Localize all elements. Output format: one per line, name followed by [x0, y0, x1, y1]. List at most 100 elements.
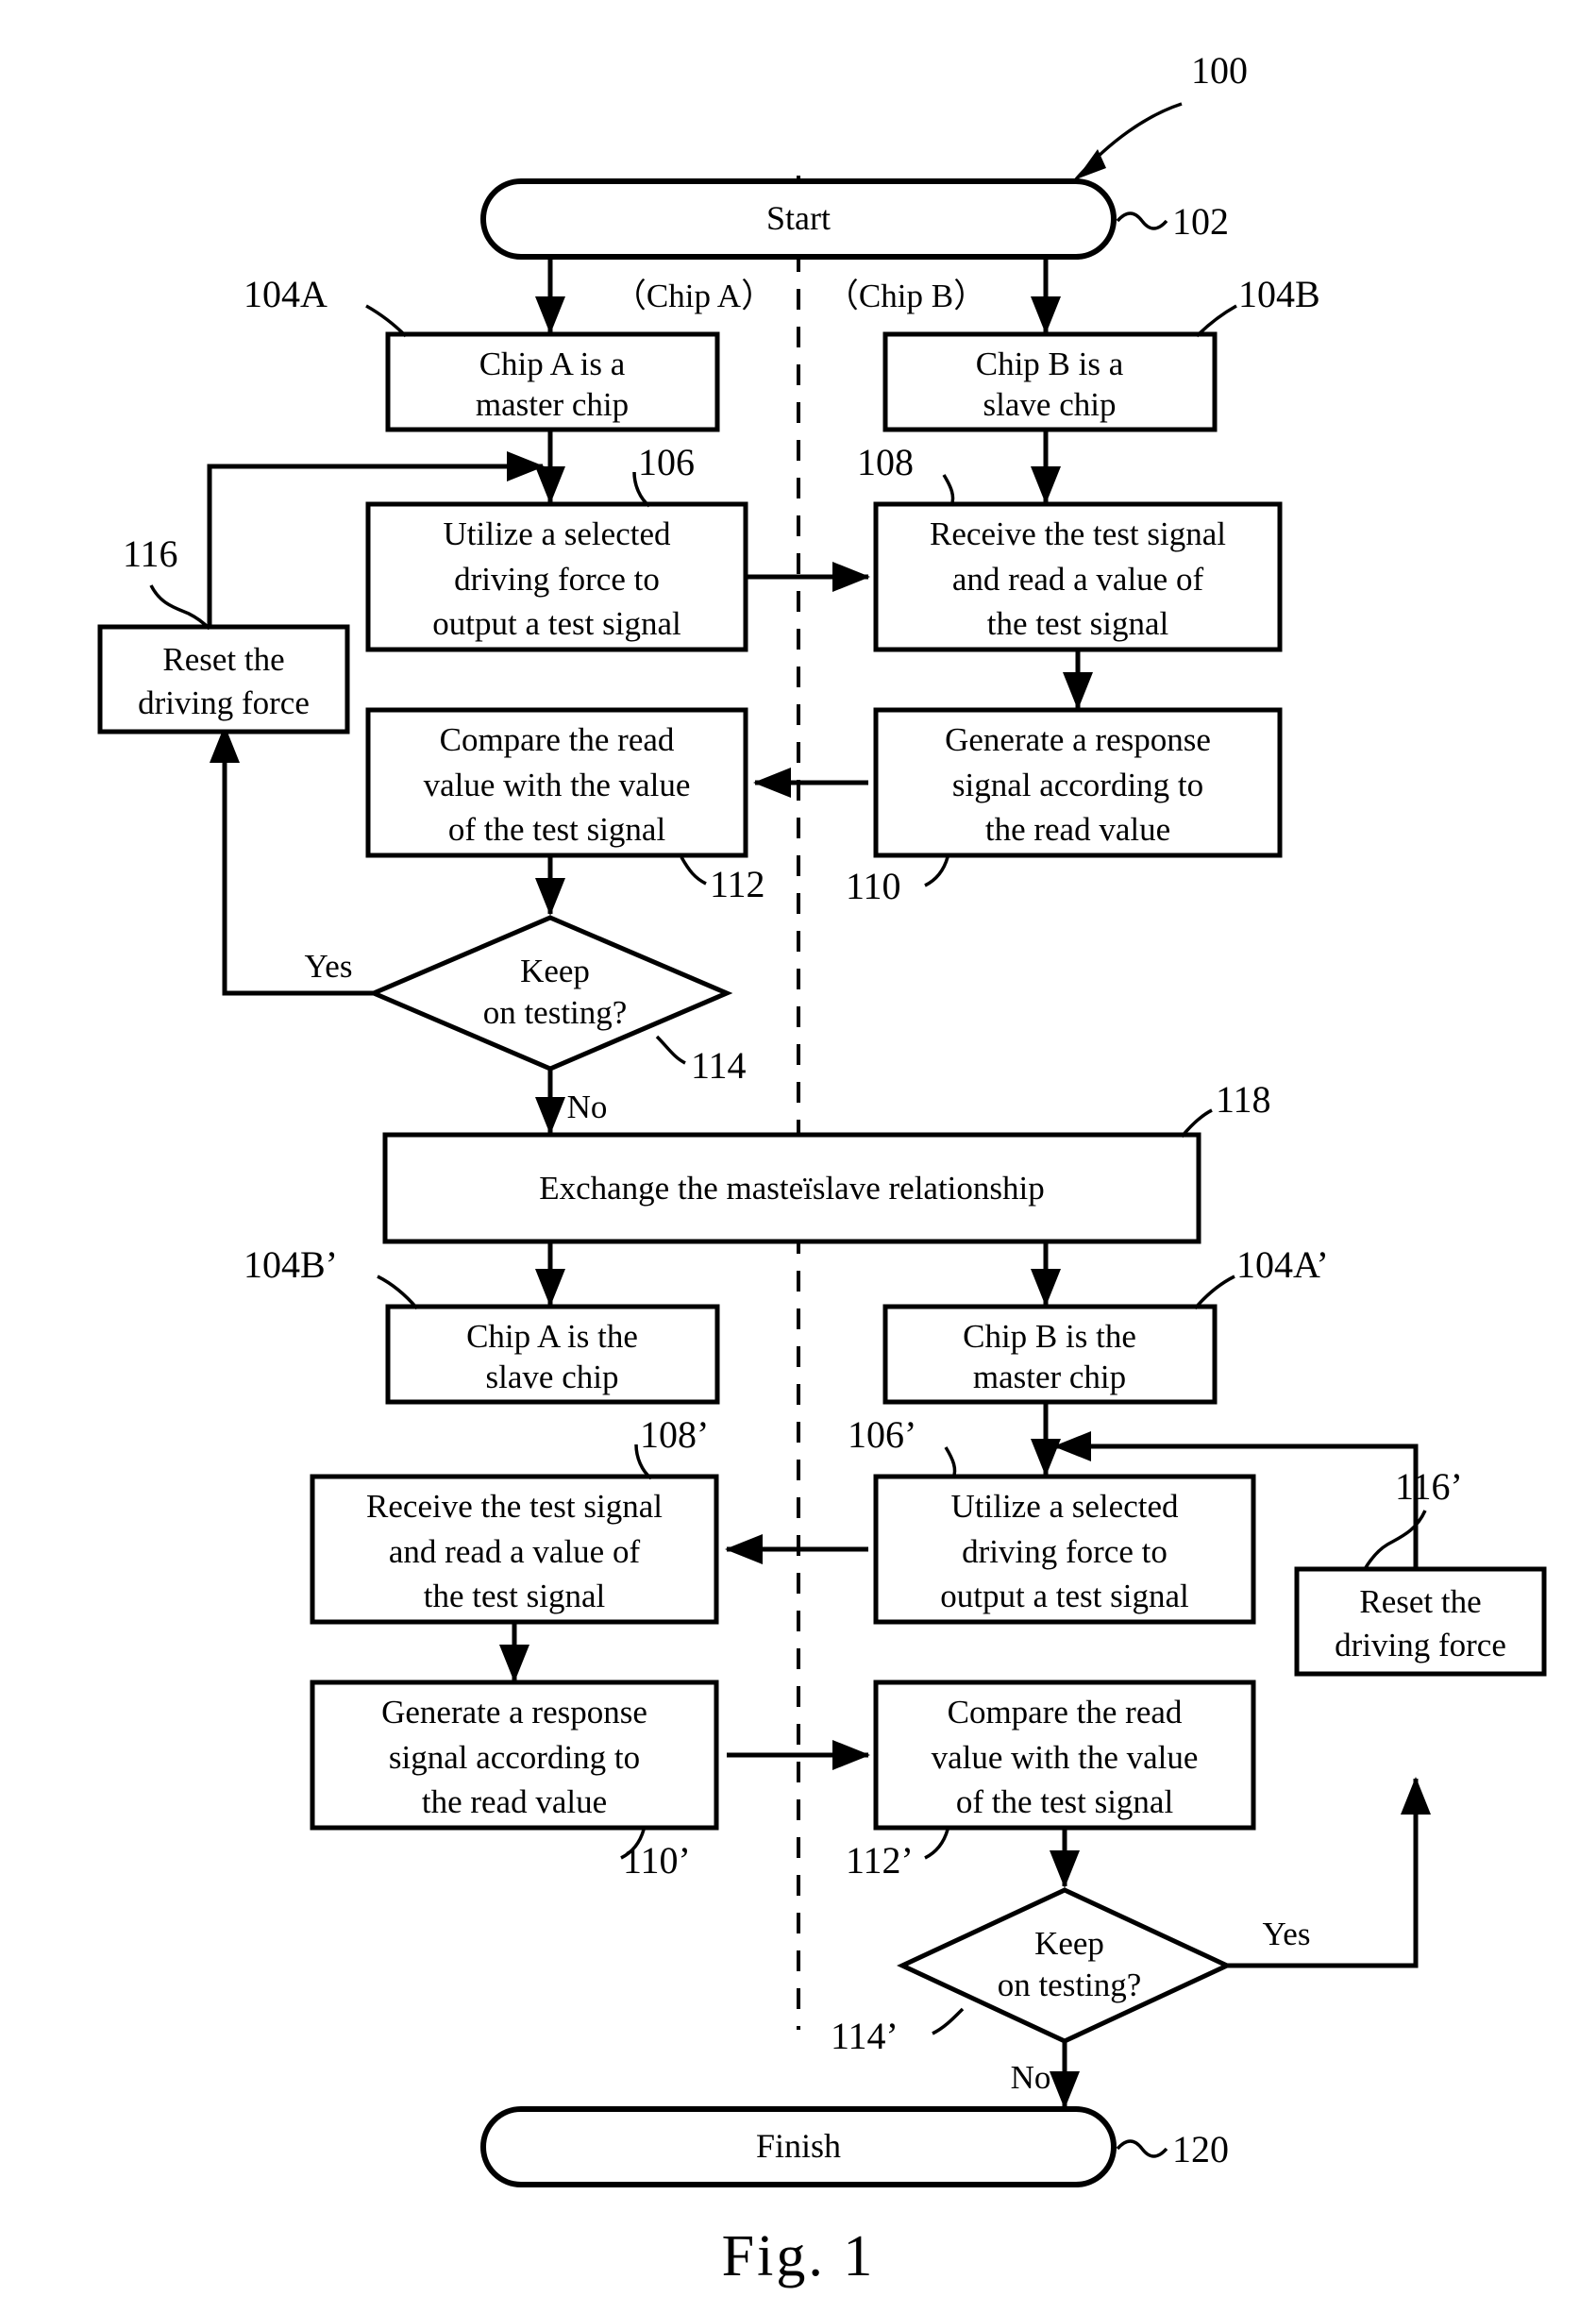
flowchart-svg: 100 Start 102 （Chip A） （Chip B） Chip A i… — [97, 49, 1547, 2288]
lane-label-chip-b: （Chip B） — [826, 278, 986, 314]
node-110-line1: Generate a response — [945, 721, 1211, 758]
node-start[interactable]: Start — [480, 178, 1117, 260]
node-104A-line2: master chip — [476, 386, 629, 423]
ref-112p-callout: 112’ — [846, 1829, 949, 1882]
ref-100-label: 100 — [1191, 49, 1248, 92]
node-112p[interactable]: Compare the read value with the value of… — [873, 1680, 1256, 1831]
node-108p[interactable]: Receive the test signal and read a value… — [310, 1474, 719, 1625]
label-114-yes: Yes — [305, 948, 353, 985]
ref-104Ap-callout: 104A’ — [1193, 1243, 1329, 1310]
node-106[interactable]: Utilize a selected driving force to outp… — [365, 501, 748, 652]
node-112-line1: Compare the read — [440, 721, 675, 758]
node-112-line3: of the test signal — [448, 811, 666, 848]
node-114p-line2: on testing? — [998, 1967, 1142, 2003]
node-110[interactable]: Generate a response signal according to … — [873, 707, 1283, 858]
node-110p-line1: Generate a response — [381, 1694, 647, 1731]
ref-116-label: 116 — [123, 532, 178, 575]
node-104B[interactable]: Chip B is a slave chip — [882, 331, 1218, 432]
node-110-line2: signal according to — [952, 767, 1203, 803]
node-110p[interactable]: Generate a response signal according to … — [310, 1680, 719, 1831]
label-114p-no: No — [1011, 2059, 1051, 2096]
node-finish[interactable]: Finish — [480, 2106, 1117, 2187]
node-112-line2: value with the value — [424, 767, 691, 803]
label-114-no: No — [567, 1089, 608, 1125]
node-104B-line1: Chip B is a — [976, 346, 1124, 382]
ref-106-label: 106 — [638, 441, 695, 483]
node-110-line3: the read value — [985, 811, 1170, 848]
ref-102-callout: 102 — [1116, 200, 1229, 243]
ref-112-callout: 112 — [680, 856, 765, 905]
node-114p-line1: Keep — [1034, 1925, 1104, 1962]
node-104Bp-line2: slave chip — [486, 1359, 619, 1395]
node-104Ap-line2: master chip — [973, 1359, 1126, 1395]
node-112p-line3: of the test signal — [956, 1783, 1174, 1820]
node-114-line1: Keep — [520, 953, 590, 989]
node-116[interactable]: Reset the driving force — [97, 624, 350, 734]
ref-114-label: 114 — [691, 1044, 747, 1087]
node-106-line3: output a test signal — [432, 605, 681, 642]
node-114[interactable]: Keep on testing? — [367, 915, 733, 1072]
node-104A[interactable]: Chip A is a master chip — [385, 331, 720, 432]
ref-112-label: 112 — [710, 863, 765, 905]
node-108[interactable]: Receive the test signal and read a value… — [873, 501, 1283, 652]
node-104Ap-line1: Chip B is the — [963, 1318, 1136, 1355]
node-108-line2: and read a value of — [952, 561, 1204, 598]
node-116-line1: Reset the — [162, 641, 284, 678]
ref-106-callout: 106 — [632, 441, 695, 508]
ref-114-callout: 114 — [655, 1035, 747, 1087]
ref-108p-label: 108’ — [640, 1413, 709, 1456]
label-114p-yes: Yes — [1263, 1916, 1311, 1952]
ref-100-callout: 100 — [1074, 49, 1248, 181]
node-104B-line2: slave chip — [983, 386, 1117, 423]
figure-canvas: 100 Start 102 （Chip A） （Chip B） Chip A i… — [0, 0, 1596, 2313]
node-108-line1: Receive the test signal — [930, 515, 1226, 552]
ref-108-callout: 108 — [857, 441, 955, 507]
ref-118-label: 118 — [1216, 1078, 1271, 1121]
ref-114p-label: 114’ — [831, 2015, 899, 2057]
node-104Bp[interactable]: Chip A is the slave chip — [385, 1304, 720, 1405]
lane-label-chip-a: （Chip A） — [613, 278, 774, 314]
node-106p[interactable]: Utilize a selected driving force to outp… — [873, 1474, 1256, 1625]
ref-116-callout: 116 — [123, 532, 211, 631]
node-108-line3: the test signal — [987, 605, 1169, 642]
ref-110-label: 110 — [846, 865, 901, 907]
node-106-line1: Utilize a selected — [444, 515, 671, 552]
node-110p-line2: signal according to — [389, 1739, 640, 1776]
node-104Ap[interactable]: Chip B is the master chip — [882, 1304, 1218, 1405]
node-108p-line1: Receive the test signal — [366, 1488, 663, 1525]
node-116p-line1: Reset the — [1359, 1583, 1481, 1620]
ref-108-label: 108 — [857, 441, 914, 483]
figure-caption: Fig. 1 — [722, 2224, 876, 2288]
node-116p[interactable]: Reset the driving force — [1294, 1566, 1547, 1677]
ref-106p-callout: 106’ — [848, 1413, 957, 1479]
node-104Bp-line1: Chip A is the — [466, 1318, 638, 1355]
ref-118-callout: 118 — [1180, 1078, 1271, 1139]
ref-110-callout: 110 — [846, 856, 949, 907]
node-112p-line2: value with the value — [932, 1739, 1199, 1776]
node-118[interactable]: Exchange the masteïslave relationship — [382, 1132, 1201, 1244]
node-112[interactable]: Compare the read value with the value of… — [365, 707, 748, 858]
node-116p-line2: driving force — [1335, 1627, 1506, 1663]
ref-116p-label: 116’ — [1395, 1465, 1463, 1508]
ref-120-callout: 120 — [1116, 2128, 1229, 2170]
node-108p-line3: the test signal — [424, 1578, 606, 1614]
ref-114p-callout: 114’ — [831, 2007, 965, 2057]
node-114-line2: on testing? — [483, 994, 628, 1031]
ref-104A-label: 104A — [244, 273, 328, 315]
ref-104B-label: 104B — [1238, 273, 1320, 315]
ref-104Ap-label: 104A’ — [1236, 1243, 1329, 1286]
node-116-line2: driving force — [138, 684, 310, 721]
node-106p-line1: Utilize a selected — [951, 1488, 1179, 1525]
ref-104A-callout: 104A — [244, 273, 408, 338]
node-106p-line3: output a test signal — [940, 1578, 1189, 1614]
ref-110p-label: 110’ — [623, 1839, 691, 1882]
ref-120-label: 120 — [1172, 2128, 1229, 2170]
node-106p-line2: driving force to — [962, 1533, 1168, 1570]
ref-102-label: 102 — [1172, 200, 1229, 243]
finish-label: Finish — [756, 2127, 841, 2165]
node-108p-line2: and read a value of — [389, 1533, 641, 1570]
node-106-line2: driving force to — [454, 561, 660, 598]
ref-110p-callout: 110’ — [620, 1829, 691, 1882]
node-118-line1: Exchange the masteïslave relationship — [539, 1170, 1045, 1207]
ref-112p-label: 112’ — [846, 1839, 914, 1882]
